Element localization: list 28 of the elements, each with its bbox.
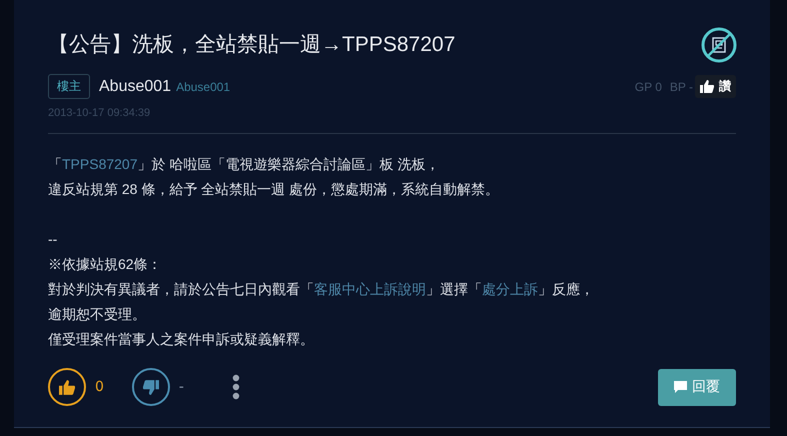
author-badge: 樓主 [48, 74, 90, 99]
gp-count: GP 0 [634, 80, 662, 94]
body-link[interactable]: 客服中心上訴說明 [314, 281, 426, 297]
body-text: ※依據站規62條： [48, 255, 163, 274]
thumbs-up-icon [700, 80, 714, 93]
body-text: 逾期恕不受理。 [48, 305, 147, 324]
author-name[interactable]: Abuse001 [99, 78, 172, 96]
reply-button[interactable]: 回覆 [658, 368, 736, 406]
bp-count: BP - [670, 80, 693, 94]
body-text: 違反站規第 28 條，給予 全站禁貼一週 處份，懲處期滿，系統自動解禁。 [48, 180, 500, 199]
no-image-icon[interactable] [700, 26, 738, 64]
thumbs-up-icon [59, 380, 75, 394]
praise-button[interactable]: 讚 [695, 75, 736, 98]
upvote-count: 0 [95, 379, 104, 395]
downvote-count: - [178, 379, 184, 395]
body-text: 僅受理案件當事人之案件申訴或疑義解釋。 [48, 330, 315, 349]
body-text: 「TPPS87207」於 哈啦區「電視遊樂器綜合討論區」板 洗板， [48, 155, 440, 174]
thumbs-down-icon [142, 380, 159, 394]
body-link[interactable]: TPPS87207 [62, 156, 138, 172]
body-text: 對於判決有異議者，請於公告七日內觀看「客服中心上訴說明」選擇「處分上訴」反應， [48, 280, 595, 299]
body-link[interactable]: 處分上訴 [482, 281, 538, 297]
body-text: -- [48, 230, 58, 249]
more-options-icon[interactable] [232, 374, 240, 400]
post-title: 【公告】洗板，全站禁貼一週→TPPS87207 [48, 32, 456, 58]
author-id[interactable]: Abuse001 [176, 80, 230, 94]
downvote-button[interactable] [132, 368, 170, 406]
upvote-button[interactable] [48, 368, 86, 406]
speech-bubble-icon [674, 381, 687, 393]
